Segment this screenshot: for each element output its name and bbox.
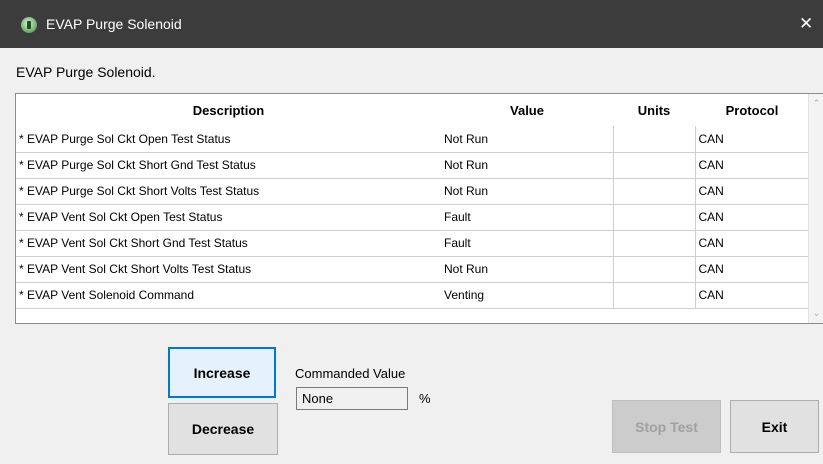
commanded-value-field: None xyxy=(296,387,408,410)
cell-units xyxy=(613,204,696,231)
column-header-protocol[interactable]: Protocol xyxy=(695,94,809,126)
cell-description: * EVAP Vent Solenoid Command xyxy=(16,282,441,309)
column-header-units[interactable]: Units xyxy=(613,94,695,126)
table-row[interactable]: * EVAP Vent Solenoid Command Venting CAN xyxy=(16,282,809,309)
page-subtitle: EVAP Purge Solenoid. xyxy=(16,64,156,80)
cell-units xyxy=(613,126,696,153)
cell-value: Not Run xyxy=(441,256,614,283)
cell-units xyxy=(613,282,696,309)
table-row[interactable]: * EVAP Vent Sol Ckt Open Test Status Fau… xyxy=(16,204,809,231)
increase-button[interactable]: Increase xyxy=(168,347,276,398)
column-header-value[interactable]: Value xyxy=(441,94,613,126)
table-row[interactable]: * EVAP Purge Sol Ckt Open Test Status No… xyxy=(16,126,809,153)
cell-units xyxy=(613,230,696,257)
chevron-down-icon[interactable]: ⌄ xyxy=(810,306,823,321)
table-header-row: Description Value Units Protocol xyxy=(16,94,809,126)
cell-units xyxy=(613,256,696,283)
app-icon xyxy=(21,17,37,33)
cell-description: * EVAP Purge Sol Ckt Short Volts Test St… xyxy=(16,178,441,205)
cell-description: * EVAP Vent Sol Ckt Short Volts Test Sta… xyxy=(16,256,441,283)
stop-test-button[interactable]: Stop Test xyxy=(612,400,721,453)
cell-description: * EVAP Vent Sol Ckt Short Gnd Test Statu… xyxy=(16,230,441,257)
cell-protocol: CAN xyxy=(695,282,809,309)
cell-protocol: CAN xyxy=(695,204,809,231)
table-empty-row xyxy=(16,308,809,322)
cell-description: * EVAP Vent Sol Ckt Open Test Status xyxy=(16,204,441,231)
cell-description: * EVAP Purge Sol Ckt Short Gnd Test Stat… xyxy=(16,152,441,179)
title-bar: EVAP Purge Solenoid ✕ xyxy=(0,0,823,48)
cell-protocol: CAN xyxy=(695,230,809,257)
cell-value: Fault xyxy=(441,204,614,231)
decrease-button[interactable]: Decrease xyxy=(168,403,278,455)
vertical-scrollbar[interactable]: ⌃ ⌄ xyxy=(808,94,823,323)
cell-description: * EVAP Purge Sol Ckt Open Test Status xyxy=(16,126,441,153)
cell-protocol: CAN xyxy=(695,256,809,283)
table-row[interactable]: * EVAP Purge Sol Ckt Short Gnd Test Stat… xyxy=(16,152,809,179)
parameter-table: Description Value Units Protocol * EVAP … xyxy=(16,94,809,322)
commanded-value-unit: % xyxy=(419,391,431,406)
table-row[interactable]: * EVAP Purge Sol Ckt Short Volts Test St… xyxy=(16,178,809,205)
exit-button[interactable]: Exit xyxy=(730,400,819,453)
data-grid: Description Value Units Protocol * EVAP … xyxy=(15,93,823,324)
cell-units xyxy=(613,152,696,179)
cell-value: Venting xyxy=(441,282,614,309)
chevron-up-icon[interactable]: ⌃ xyxy=(810,96,823,111)
cell-value: Not Run xyxy=(441,126,614,153)
window-title: EVAP Purge Solenoid xyxy=(46,16,182,32)
cell-value: Not Run xyxy=(441,178,614,205)
cell-value: Fault xyxy=(441,230,614,257)
cell-protocol: CAN xyxy=(695,152,809,179)
commanded-value-label: Commanded Value xyxy=(295,366,406,381)
column-header-description[interactable]: Description xyxy=(16,94,441,126)
close-icon[interactable]: ✕ xyxy=(799,0,823,48)
cell-units xyxy=(613,178,696,205)
table-row[interactable]: * EVAP Vent Sol Ckt Short Gnd Test Statu… xyxy=(16,230,809,257)
table-row[interactable]: * EVAP Vent Sol Ckt Short Volts Test Sta… xyxy=(16,256,809,283)
cell-value: Not Run xyxy=(441,152,614,179)
cell-protocol: CAN xyxy=(695,178,809,205)
cell-protocol: CAN xyxy=(695,126,809,153)
